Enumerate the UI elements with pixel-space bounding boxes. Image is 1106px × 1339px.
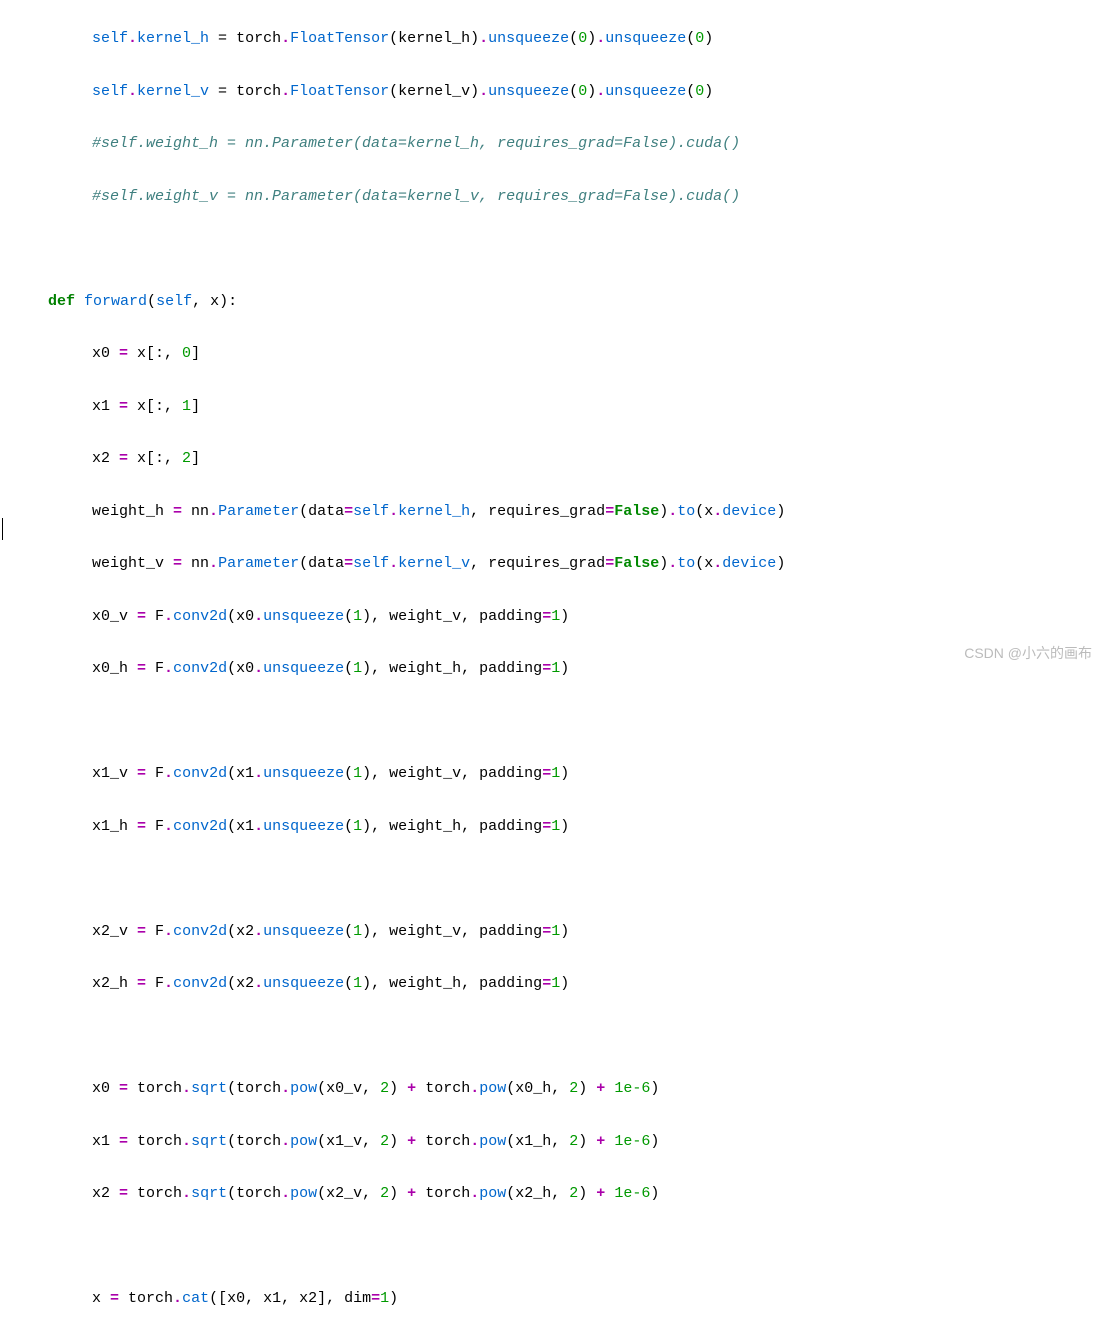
code-line: x1_h = F.conv2d(x1.unsqueeze(1), weight_… — [0, 814, 1106, 840]
code-line: x2 = x[:, 2] — [0, 446, 1106, 472]
code-line: def forward(self, x): — [0, 289, 1106, 315]
code-line: x0 = x[:, 0] — [0, 341, 1106, 367]
code-comment: #self.weight_h = nn.Parameter(data=kerne… — [0, 131, 1106, 157]
watermark: CSDN @小六的画布 — [964, 641, 1092, 666]
code-line: x0_h = F.conv2d(x0.unsqueeze(1), weight_… — [0, 656, 1106, 682]
code-line: x0_v = F.conv2d(x0.unsqueeze(1), weight_… — [0, 604, 1106, 630]
code-line: x1 = x[:, 1] — [0, 394, 1106, 420]
blank-line — [0, 866, 1106, 892]
code-line: x2 = torch.sqrt(torch.pow(x2_v, 2) + tor… — [0, 1181, 1106, 1207]
code-line: x0 = torch.sqrt(torch.pow(x0_v, 2) + tor… — [0, 1076, 1106, 1102]
code-line: self.kernel_v = torch.FloatTensor(kernel… — [0, 79, 1106, 105]
code-line: x1 = torch.sqrt(torch.pow(x1_v, 2) + tor… — [0, 1129, 1106, 1155]
code-line: self.kernel_h = torch.FloatTensor(kernel… — [0, 26, 1106, 52]
code-line: weight_h = nn.Parameter(data=self.kernel… — [0, 499, 1106, 525]
blank-line — [0, 1234, 1106, 1260]
code-line: x2_h = F.conv2d(x2.unsqueeze(1), weight_… — [0, 971, 1106, 997]
blank-line — [0, 236, 1106, 262]
blank-line — [0, 709, 1106, 735]
code-block: self.kernel_h = torch.FloatTensor(kernel… — [0, 0, 1106, 1339]
code-line: weight_v = nn.Parameter(data=self.kernel… — [0, 551, 1106, 577]
blank-line — [0, 1024, 1106, 1050]
code-comment: #self.weight_v = nn.Parameter(data=kerne… — [0, 184, 1106, 210]
text-cursor — [2, 518, 3, 540]
code-line: x2_v = F.conv2d(x2.unsqueeze(1), weight_… — [0, 919, 1106, 945]
code-line: x1_v = F.conv2d(x1.unsqueeze(1), weight_… — [0, 761, 1106, 787]
code-line: x = torch.cat([x0, x1, x2], dim=1) — [0, 1286, 1106, 1312]
